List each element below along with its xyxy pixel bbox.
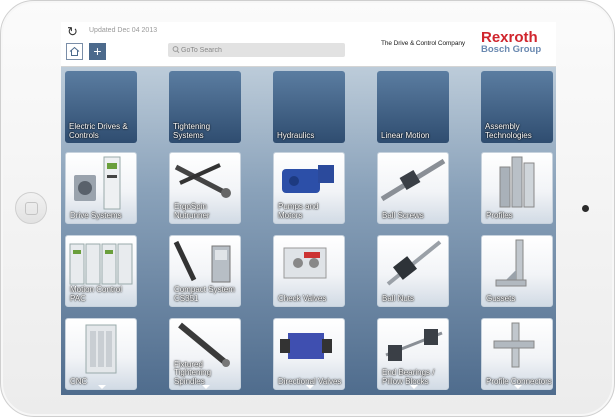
- brand-subtitle: Bosch Group: [481, 44, 542, 55]
- product-tile[interactable]: CNC: [65, 318, 137, 390]
- category-label: Electric Drives & Controls: [69, 122, 128, 140]
- tablet-frame: ↻ Updated Dec 04 2013 + The Drive & Cont…: [0, 0, 615, 417]
- category-column: Linear Motion Ball Screws Ball Nuts End …: [377, 67, 449, 395]
- chevron-down-icon[interactable]: [410, 385, 418, 389]
- product-label: ErgoSpin Nutrunner: [174, 202, 210, 220]
- category-tile[interactable]: Electric Drives & Controls: [65, 71, 137, 143]
- category-label: Tightening Systems: [173, 122, 211, 140]
- product-label: Drive Systems: [70, 210, 122, 220]
- refresh-icon[interactable]: ↻: [67, 25, 81, 39]
- chevron-down-icon[interactable]: [306, 385, 314, 389]
- device-camera: [582, 205, 589, 212]
- product-tile[interactable]: Fixtured Tightening Spindles: [169, 318, 241, 390]
- brand-name: Rexroth: [481, 29, 538, 46]
- chevron-down-icon[interactable]: [202, 385, 210, 389]
- category-column: Assembly Technologies Profiles Gussets P…: [481, 67, 553, 395]
- category-column: Hydraulics Pumps and Motors Check Valves: [273, 67, 345, 395]
- company-tagline: The Drive & Control Company: [381, 40, 465, 47]
- category-label: Linear Motion: [381, 130, 430, 140]
- product-tile[interactable]: Pumps and Motors: [273, 152, 345, 224]
- app-screen: ↻ Updated Dec 04 2013 + The Drive & Cont…: [61, 22, 556, 395]
- chevron-down-icon[interactable]: [514, 385, 522, 389]
- product-label: Check Valves: [278, 293, 327, 303]
- product-label: Gussets: [486, 293, 516, 303]
- product-label: Fixtured Tightening Spindles: [174, 359, 212, 386]
- product-tile[interactable]: End Bearings / Pillow Blocks: [377, 318, 449, 390]
- product-tile[interactable]: Profiles: [481, 152, 553, 224]
- brand-logo: Rexroth Bosch Group: [481, 30, 541, 55]
- add-button[interactable]: +: [89, 43, 106, 60]
- product-label: Ball Nuts: [382, 293, 415, 303]
- search-box[interactable]: [168, 43, 345, 57]
- product-tile[interactable]: Compact System CS351: [169, 235, 241, 307]
- product-tile[interactable]: Profile Connectors: [481, 318, 553, 390]
- category-column: Tightening Systems ErgoSpin Nutrunner Co…: [169, 67, 241, 395]
- home-button[interactable]: [66, 43, 83, 60]
- product-label: Motion Control PAC: [70, 285, 123, 303]
- device-home-button[interactable]: [15, 192, 47, 224]
- product-tile[interactable]: Motion Control PAC: [65, 235, 137, 307]
- product-tile[interactable]: Gussets: [481, 235, 553, 307]
- product-label: Ball Screws: [382, 210, 424, 220]
- category-tile[interactable]: Linear Motion: [377, 71, 449, 143]
- category-label: Assembly Technologies: [485, 122, 532, 140]
- category-label: Hydraulics: [277, 130, 315, 140]
- product-label: Pumps and Motors: [278, 202, 319, 220]
- category-tile[interactable]: Hydraulics: [273, 71, 345, 143]
- product-tile[interactable]: Ball Screws: [377, 152, 449, 224]
- product-tile[interactable]: Directional Valves: [273, 318, 345, 390]
- product-tile[interactable]: Drive Systems: [65, 152, 137, 224]
- chevron-down-icon[interactable]: [98, 385, 106, 389]
- product-label: End Bearings / Pillow Blocks: [382, 368, 435, 386]
- product-label: Profiles: [486, 210, 513, 220]
- updated-date: Updated Dec 04 2013: [89, 27, 158, 34]
- product-tile[interactable]: Ball Nuts: [377, 235, 449, 307]
- category-tile[interactable]: Assembly Technologies: [481, 71, 553, 143]
- product-label: CNC: [70, 376, 88, 386]
- search-icon: [172, 46, 180, 54]
- category-column: Electric Drives & Controls Drive Systems…: [65, 67, 137, 395]
- app-header: ↻ Updated Dec 04 2013 + The Drive & Cont…: [61, 22, 556, 67]
- home-icon: [69, 46, 80, 56]
- category-tile[interactable]: Tightening Systems: [169, 71, 241, 143]
- search-input[interactable]: [181, 43, 341, 57]
- product-tile[interactable]: ErgoSpin Nutrunner: [169, 152, 241, 224]
- product-label: Compact System CS351: [174, 285, 235, 303]
- product-tile[interactable]: Check Valves: [273, 235, 345, 307]
